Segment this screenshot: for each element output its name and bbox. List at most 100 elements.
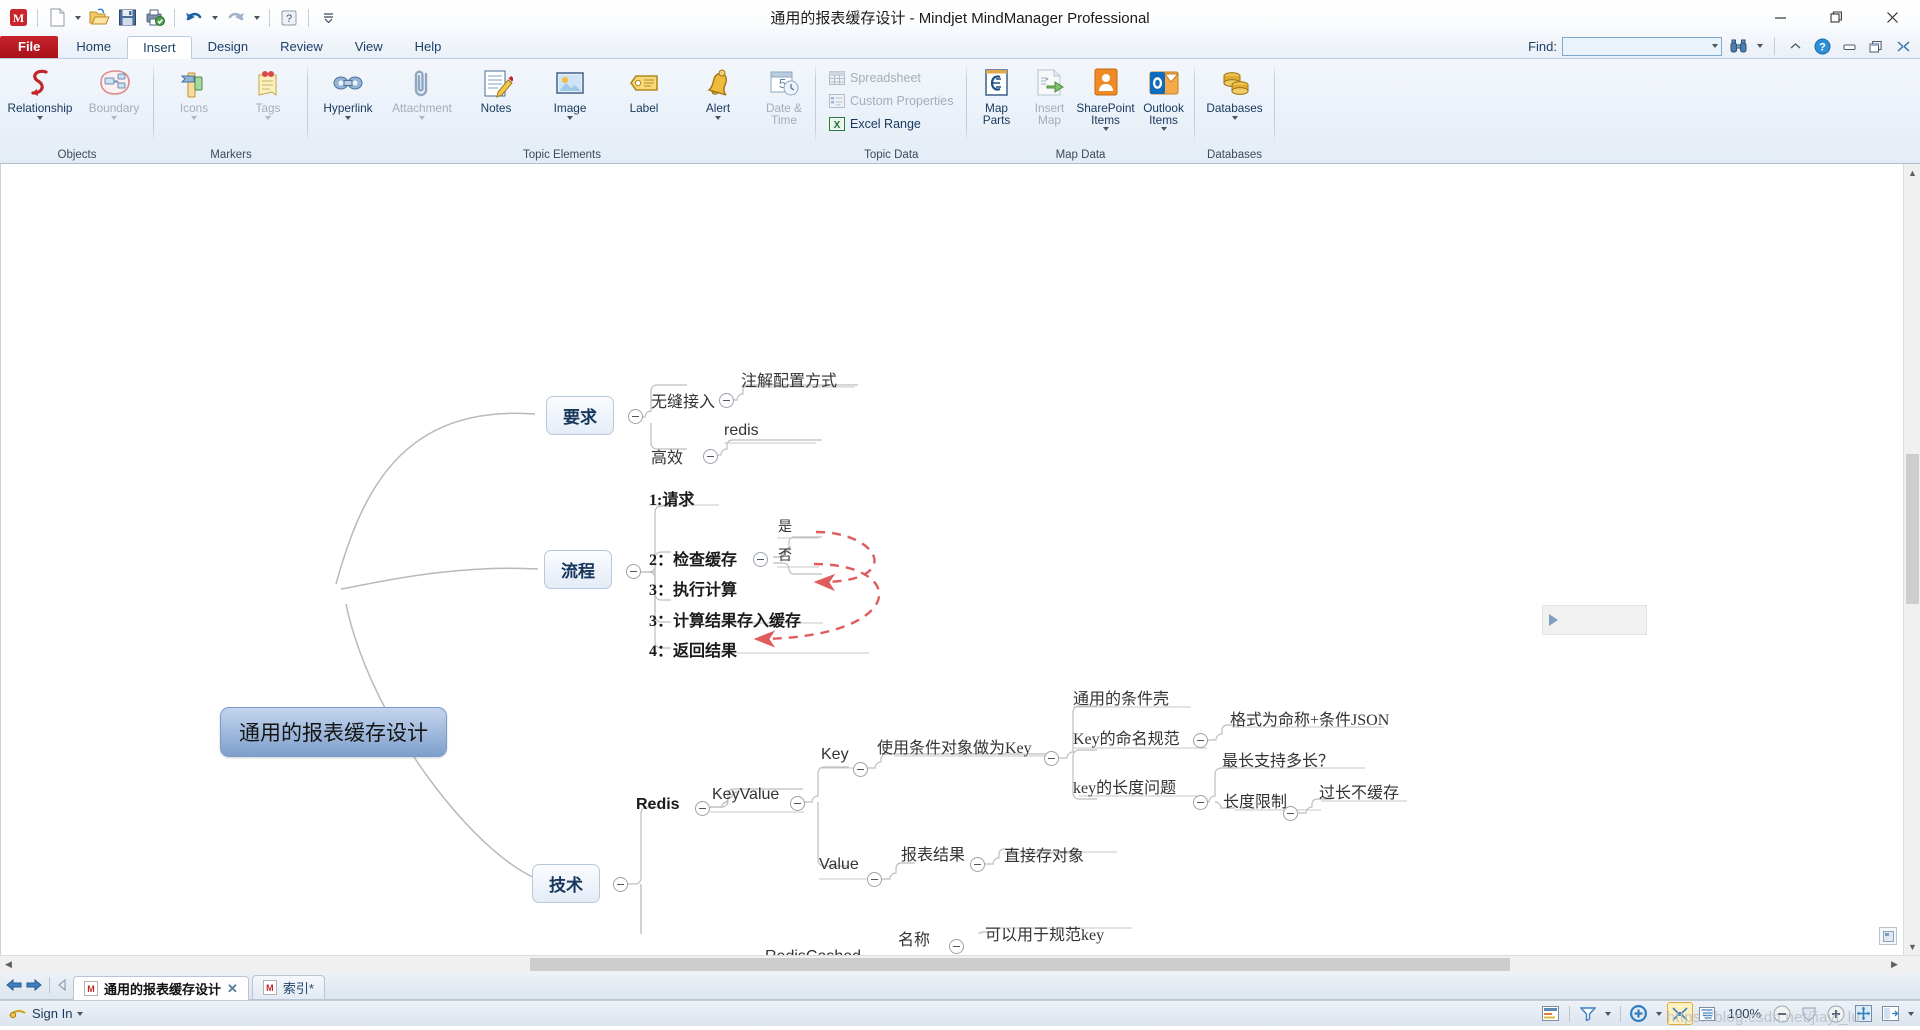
canvas-vertical-scrollbar[interactable]: ▲ ▼ (1903, 164, 1920, 955)
collapse-technology[interactable] (613, 877, 628, 892)
collapse-seamless-access[interactable] (719, 393, 734, 408)
topic-key[interactable]: Key (821, 746, 849, 764)
print-preview-icon[interactable] (142, 5, 168, 31)
topic-name[interactable]: 名称 (898, 926, 930, 950)
filter-icon[interactable] (1576, 1003, 1600, 1024)
topic-keyvalue[interactable]: KeyValue (712, 786, 779, 804)
open-icon[interactable] (86, 5, 112, 31)
new-dropdown-icon[interactable] (72, 5, 84, 31)
collapse-length-limit[interactable] (1283, 806, 1298, 821)
task-info-icon[interactable] (1539, 1003, 1563, 1024)
alert-dropdown-icon[interactable] (715, 116, 721, 120)
tab-help[interactable]: Help (399, 35, 458, 58)
find-binoculars-icon[interactable] (1727, 36, 1749, 56)
boundary-button[interactable]: Boundary (77, 63, 151, 122)
quick-add-dropdown-icon[interactable] (1654, 1003, 1665, 1024)
tab-design[interactable]: Design (192, 35, 264, 58)
fit-map-icon[interactable] (1851, 1003, 1875, 1024)
date-time-button[interactable]: 5 Date & Time (755, 63, 813, 128)
help-icon[interactable]: ? (276, 5, 302, 31)
topic-generic-condition-shell[interactable]: 通用的条件壳 (1073, 685, 1169, 709)
tags-dropdown-icon[interactable] (265, 116, 271, 120)
topic-redis-label[interactable]: redis (724, 422, 759, 440)
topic-technology[interactable]: 技术 (532, 864, 600, 903)
tab-insert[interactable]: Insert (127, 36, 192, 59)
scroll-up-arrow[interactable]: ▲ (1904, 164, 1920, 181)
topic-key-format[interactable]: 格式为命称+条件JSON (1230, 706, 1389, 730)
scroll-left-arrow[interactable]: ◀ (0, 955, 17, 973)
save-icon[interactable] (114, 5, 140, 31)
vertical-scroll-thumb[interactable] (1906, 454, 1919, 604)
tab-home[interactable]: Home (60, 35, 127, 58)
custom-properties-button[interactable]: Custom Properties (824, 90, 959, 113)
databases-button[interactable]: Databases (1198, 63, 1272, 122)
collapse-key[interactable] (853, 762, 868, 777)
attachment-dropdown-icon[interactable] (419, 116, 425, 120)
topic-efficient[interactable]: 高效 (651, 444, 683, 468)
sharepoint-dropdown-icon[interactable] (1102, 127, 1109, 131)
tab-review[interactable]: Review (264, 35, 339, 58)
minimize-button[interactable] (1752, 0, 1808, 35)
icons-button[interactable]: Icons (157, 63, 231, 122)
alert-button[interactable]: Alert (681, 63, 755, 122)
collapse-key-length[interactable] (1193, 795, 1208, 810)
quick-add-icon[interactable] (1627, 1003, 1651, 1024)
map-float-widget[interactable] (1542, 605, 1647, 635)
collapse-efficient[interactable] (703, 449, 718, 464)
document-tab-1[interactable]: M 索引* (251, 975, 325, 999)
back-icon[interactable] (6, 978, 22, 992)
collapse-keyvalue[interactable] (790, 796, 805, 811)
map-overview-button[interactable] (1879, 927, 1897, 945)
zoom-out-icon[interactable] (1770, 1003, 1794, 1024)
excel-range-button[interactable]: X Excel Range (824, 113, 959, 136)
topic-key-length[interactable]: key的长度问题 (1073, 774, 1176, 798)
new-icon[interactable] (44, 5, 70, 31)
redo-icon[interactable] (223, 5, 249, 31)
topic-proc-4[interactable]: 3：计算结果存入缓存 (649, 607, 801, 631)
mind-map-canvas[interactable]: 通用的报表缓存设计 要求 无缝接入 注解配置方式 高效 redis 流程 1:请… (0, 164, 1903, 955)
collapse-process[interactable] (626, 564, 641, 579)
topic-value[interactable]: Value (819, 856, 859, 874)
attachment-button[interactable]: Attachment (385, 63, 459, 122)
redo-dropdown-icon[interactable] (251, 5, 263, 31)
restore-button[interactable] (1808, 0, 1864, 35)
canvas-horizontal-scrollbar[interactable]: ◀ ▶ (0, 955, 1920, 973)
topic-store-object[interactable]: 直接存对象 (1004, 842, 1084, 866)
play-arrow-icon[interactable] (1549, 614, 1558, 626)
find-input[interactable] (1562, 36, 1722, 56)
topic-proc-1[interactable]: 1:请求 (649, 486, 694, 510)
zoom-slider-icon[interactable] (1797, 1003, 1821, 1024)
topic-rediscashed[interactable]: RedisCashed (765, 948, 861, 955)
close-button[interactable] (1864, 0, 1920, 35)
topic-proc-no[interactable]: 否 (778, 545, 792, 565)
boundary-dropdown-icon[interactable] (111, 116, 117, 120)
topic-process[interactable]: 流程 (544, 550, 612, 589)
outline-view-icon[interactable] (1695, 1003, 1719, 1024)
label-button[interactable]: Label (607, 63, 681, 117)
sign-in-dropdown-icon[interactable] (77, 1011, 84, 1016)
topic-proc-3[interactable]: 3：执行计算 (649, 576, 737, 600)
horizontal-scroll-thumb[interactable] (530, 958, 1510, 971)
document-tab-0[interactable]: M 通用的报表缓存设计 ✕ (73, 976, 249, 1000)
sharepoint-items-button[interactable]: SharePoint Items (1076, 63, 1136, 133)
image-dropdown-icon[interactable] (567, 116, 573, 120)
topic-key-condition[interactable]: 使用条件对象做为Key (877, 734, 1032, 758)
outlook-dropdown-icon[interactable] (1160, 127, 1167, 131)
close-doc-icon[interactable] (1892, 36, 1914, 56)
spreadsheet-button[interactable]: Spreadsheet (824, 67, 959, 90)
notes-button[interactable]: Notes (459, 63, 533, 117)
tab-file[interactable]: File (0, 36, 59, 58)
scroll-right-arrow[interactable]: ▶ (1886, 955, 1903, 973)
collapse-requirement[interactable] (628, 409, 643, 424)
icons-dropdown-icon[interactable] (191, 116, 197, 120)
topic-annotation-config[interactable]: 注解配置方式 (741, 367, 837, 391)
document-tab-0-close-icon[interactable]: ✕ (227, 981, 238, 997)
hyperlink-dropdown-icon[interactable] (345, 116, 351, 120)
collapse-proc-2[interactable] (753, 552, 768, 567)
find-dropdown-icon[interactable] (1754, 36, 1765, 56)
insert-map-button[interactable]: Insert Map (1024, 63, 1076, 128)
collapse-key-naming[interactable] (1193, 733, 1208, 748)
tab-view[interactable]: View (339, 35, 399, 58)
sign-in-button[interactable]: Sign In (4, 1006, 88, 1021)
undo-icon[interactable] (181, 5, 207, 31)
